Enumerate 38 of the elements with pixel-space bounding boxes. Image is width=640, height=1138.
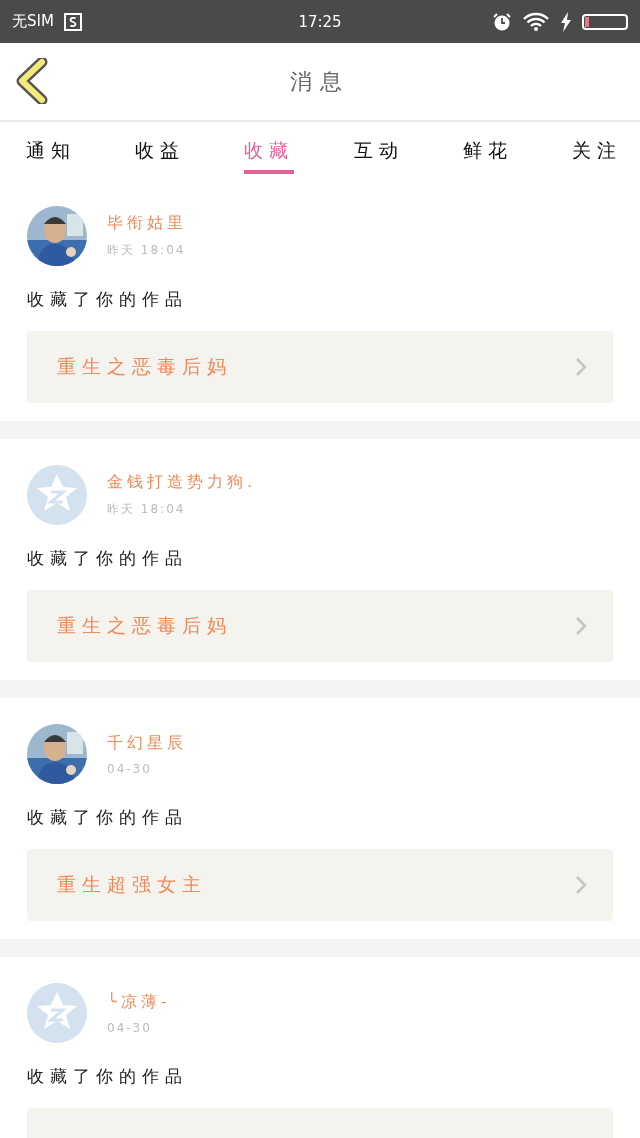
chevron-right-icon (575, 357, 587, 377)
message-time: 04-30 (107, 761, 153, 776)
battery-icon (582, 13, 628, 30)
user-name[interactable]: 毕衔姑里 (107, 213, 187, 234)
default-avatar-icon (27, 983, 87, 1043)
work-link[interactable]: 重生之恶毒后妈 (27, 331, 613, 403)
tab[interactable]: 关注 (571, 122, 622, 174)
message-text: 收藏了你的作品 (27, 288, 189, 311)
user-name[interactable]: ╰凉薄- (107, 991, 171, 1013)
message-text: 收藏了你的作品 (27, 547, 189, 570)
work-link[interactable]: 重生之恶毒后妈 (27, 590, 613, 662)
tab[interactable]: 鲜花 (462, 122, 513, 174)
tab[interactable]: 互动 (353, 122, 404, 174)
work-title: 重生之恶毒后妈 (57, 613, 232, 638)
back-button[interactable] (16, 58, 48, 104)
clock-time: 17:25 (298, 12, 342, 31)
user-name[interactable]: 千幻星辰 (107, 732, 187, 754)
message-time: 昨天 18:04 (107, 242, 187, 259)
tab[interactable]: 通知 (26, 122, 76, 174)
default-avatar-icon (27, 465, 87, 525)
alarm-clock-icon (492, 11, 512, 32)
work-title: 重生之恶毒后妈 (57, 354, 232, 379)
work-link[interactable]: 重生超强女主 (27, 849, 613, 921)
message-text: 收藏了你的作品 (27, 806, 189, 829)
page-title: 消息 (290, 67, 350, 96)
tab[interactable]: 收藏 (244, 122, 295, 174)
wifi-icon (522, 11, 550, 32)
tab[interactable]: 收益 (135, 122, 186, 174)
chevron-right-icon (575, 875, 587, 895)
charging-bolt-icon (560, 11, 572, 32)
message-time: 04-30 (107, 1020, 153, 1035)
message-time: 昨天 18:04 (107, 501, 187, 518)
chevron-right-icon (575, 616, 587, 636)
sim-card-icon (63, 12, 82, 31)
carrier-label: 无SIM (12, 12, 54, 31)
work-title: 重生超强女主 (57, 872, 207, 897)
message-text: 收藏了你的作品 (27, 1065, 189, 1088)
user-name[interactable]: 金钱打造势力狗. (107, 472, 257, 493)
